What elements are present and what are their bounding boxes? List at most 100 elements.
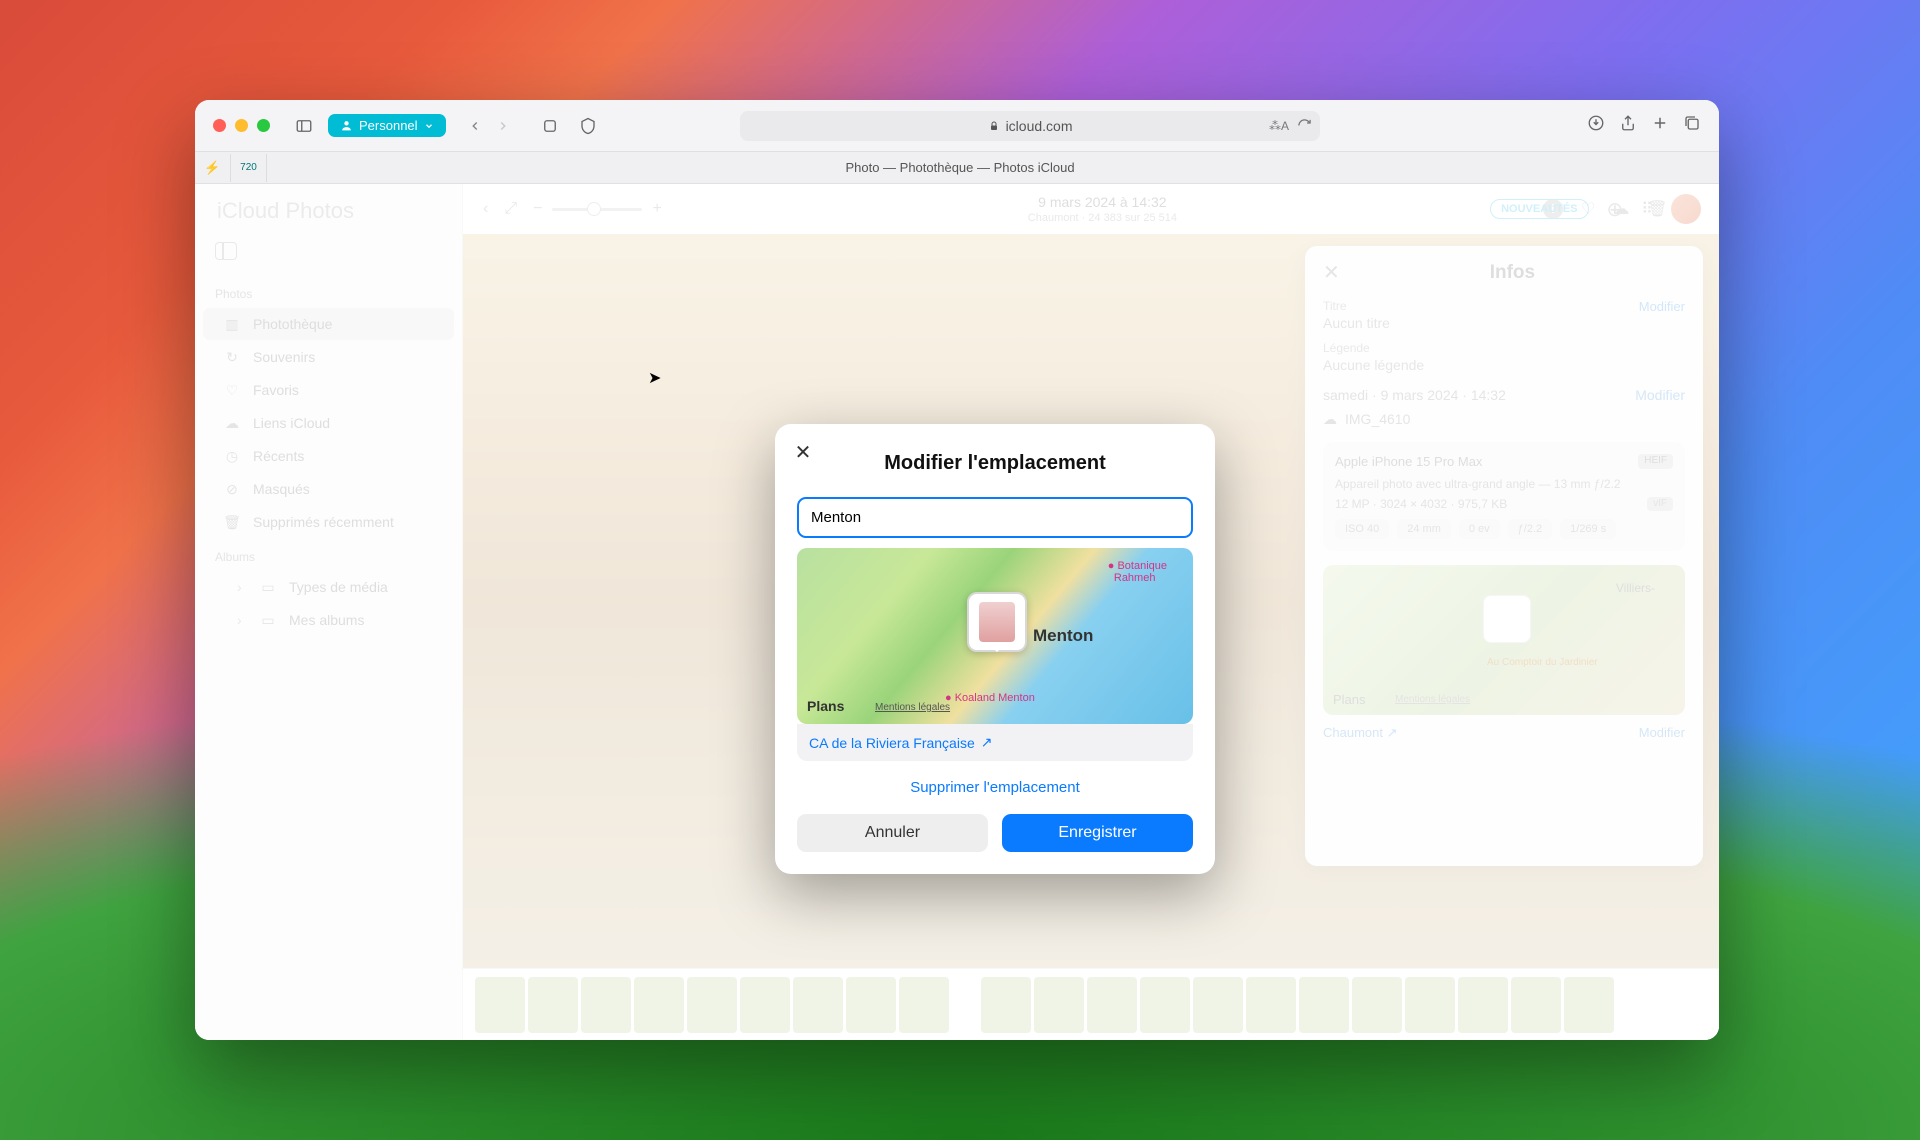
- edit-location-link[interactable]: Modifier: [1639, 725, 1685, 741]
- sidebar-item-my-albums[interactable]: ›▭Mes albums: [203, 604, 454, 636]
- film-thumb[interactable]: [1352, 977, 1402, 1033]
- film-thumb[interactable]: [1140, 977, 1190, 1033]
- title-label: Titre: [1323, 299, 1685, 313]
- pinned-tab-2[interactable]: 720: [231, 154, 267, 182]
- close-modal-button[interactable]: ✕: [791, 440, 815, 464]
- plans-brand: Plans: [807, 698, 844, 714]
- eye-off-icon: ⊘: [223, 480, 241, 498]
- sidebar-layout-icon[interactable]: [215, 242, 237, 260]
- film-thumb[interactable]: [1564, 977, 1614, 1033]
- info-datetime: samedi · 9 mars 2024 · 14:32: [1323, 387, 1506, 403]
- new-tab-icon[interactable]: [1651, 114, 1669, 137]
- location-input[interactable]: [797, 497, 1193, 538]
- film-thumb[interactable]: [687, 977, 737, 1033]
- section-albums: Albums: [195, 544, 462, 570]
- film-thumb[interactable]: [793, 977, 843, 1033]
- cancel-button[interactable]: Annuler: [797, 814, 988, 852]
- map-poi-botanique: ● Botanique Rahmeh: [1108, 560, 1167, 584]
- save-button[interactable]: Enregistrer: [1002, 814, 1193, 852]
- sidebar-item-hidden[interactable]: ⊘Masqués: [203, 473, 454, 505]
- stat-focal: 24 mm: [1397, 519, 1451, 539]
- location-link[interactable]: Chaumont ↗: [1323, 725, 1398, 741]
- film-thumb[interactable]: [1458, 977, 1508, 1033]
- sidebar-item-favorites[interactable]: ♡Favoris: [203, 374, 454, 406]
- tab-bar: ⚡ 720 Photo — Photothèque — Photos iClou…: [195, 152, 1719, 184]
- film-thumb[interactable]: [475, 977, 525, 1033]
- folder-icon: ▭: [259, 611, 277, 629]
- sidebar-item-memories[interactable]: ↻Souvenirs: [203, 341, 454, 373]
- profile-button[interactable]: Personnel: [328, 114, 446, 137]
- film-thumb[interactable]: [581, 977, 631, 1033]
- active-tab[interactable]: Photo — Photothèque — Photos iCloud: [839, 160, 1074, 175]
- minimize-window-button[interactable]: [235, 119, 248, 132]
- tabs-overview-icon[interactable]: [1683, 114, 1701, 137]
- film-thumb[interactable]: [899, 977, 949, 1033]
- pinned-tab-1[interactable]: ⚡: [195, 154, 231, 182]
- back-icon[interactable]: ‹: [483, 200, 488, 218]
- delete-location-link[interactable]: Supprimer l'emplacement: [797, 779, 1193, 796]
- address-bar[interactable]: icloud.com ⁂A: [740, 111, 1320, 141]
- film-thumb[interactable]: [528, 977, 578, 1033]
- info-map[interactable]: Villiers- Au Comptoir du Jardinier Plans…: [1323, 565, 1685, 715]
- shield-icon[interactable]: [536, 112, 564, 140]
- close-info-icon[interactable]: ✕: [1323, 260, 1340, 285]
- app-header-actions: NOUVEAUTÉS ⊕ ⠿: [1490, 194, 1701, 224]
- film-thumb[interactable]: [1299, 977, 1349, 1033]
- translate-icon[interactable]: ⁂A: [1269, 119, 1289, 133]
- modal-title: Modifier l'emplacement: [797, 452, 1193, 475]
- sidebar-item-media-types[interactable]: ›▭Types de média: [203, 571, 454, 603]
- zoom-in-icon[interactable]: +: [652, 200, 661, 218]
- map-legal-link[interactable]: Mentions légales: [875, 702, 950, 713]
- privacy-shield-icon[interactable]: [574, 112, 602, 140]
- film-thumb[interactable]: [846, 977, 896, 1033]
- grid-icon[interactable]: ⠿: [1641, 199, 1653, 219]
- close-window-button[interactable]: [213, 119, 226, 132]
- traffic-lights: [213, 119, 270, 132]
- title-value: Aucun titre: [1323, 315, 1685, 331]
- stat-shutter: 1/269 s: [1560, 519, 1616, 539]
- film-thumb[interactable]: [634, 977, 684, 1033]
- sidebar-item-icloud-links[interactable]: ☁Liens iCloud: [203, 407, 454, 439]
- edit-datetime-link[interactable]: Modifier: [1635, 387, 1685, 403]
- news-badge[interactable]: NOUVEAUTÉS: [1490, 199, 1588, 219]
- profile-label: Personnel: [359, 118, 418, 133]
- share-icon[interactable]: [1619, 114, 1637, 137]
- sidebar-item-deleted[interactable]: 🗑Supprimés récemment: [203, 506, 454, 538]
- filmstrip[interactable]: [463, 968, 1719, 1040]
- device-info-box: Apple iPhone 15 Pro Max HEIF Appareil ph…: [1323, 442, 1685, 551]
- lock-icon: [988, 120, 1000, 132]
- reload-icon[interactable]: [1297, 118, 1312, 133]
- sidebar: iCloud Photos Photos ▥Photothèque ↻Souve…: [195, 184, 463, 1040]
- zoom-out-icon[interactable]: −: [533, 200, 542, 218]
- edit-title-link[interactable]: Modifier: [1639, 299, 1685, 314]
- zoom-slider[interactable]: − +: [533, 200, 662, 218]
- film-thumb[interactable]: [1511, 977, 1561, 1033]
- add-icon[interactable]: ⊕: [1607, 197, 1624, 222]
- clock-icon: ◷: [223, 447, 241, 465]
- map-poi-koaland: ● Koaland Menton: [945, 692, 1035, 704]
- film-thumb[interactable]: [1087, 977, 1137, 1033]
- film-thumb[interactable]: [1405, 977, 1455, 1033]
- modal-map[interactable]: ● Botanique Rahmeh Menton ● Koaland Ment…: [797, 548, 1193, 724]
- film-thumb[interactable]: [1193, 977, 1243, 1033]
- vif-badge: vIF: [1647, 497, 1673, 511]
- film-thumb[interactable]: [1034, 977, 1084, 1033]
- sidebar-toggle-icon[interactable]: [290, 112, 318, 140]
- film-thumb[interactable]: [1246, 977, 1296, 1033]
- sidebar-item-recents[interactable]: ◷Récents: [203, 440, 454, 472]
- back-button[interactable]: [462, 113, 488, 139]
- location-suggestion-link[interactable]: CA de la Riviera Française↗: [797, 724, 1193, 761]
- downloads-icon[interactable]: [1587, 114, 1605, 137]
- photo-date: 9 mars 2024 à 14:32: [678, 194, 1527, 210]
- sidebar-item-library[interactable]: ▥Photothèque: [203, 308, 454, 340]
- chevron-right-icon: ›: [237, 579, 247, 595]
- map-legal-link[interactable]: Mentions légales: [1395, 694, 1470, 705]
- cloud-status-icon: ☁: [1323, 411, 1337, 428]
- avatar[interactable]: [1671, 194, 1701, 224]
- chevron-down-icon: [424, 121, 434, 131]
- film-thumb[interactable]: [981, 977, 1031, 1033]
- maximize-window-button[interactable]: [257, 119, 270, 132]
- forward-button[interactable]: [490, 113, 516, 139]
- expand-icon[interactable]: ⤢: [504, 200, 517, 218]
- film-thumb[interactable]: [740, 977, 790, 1033]
